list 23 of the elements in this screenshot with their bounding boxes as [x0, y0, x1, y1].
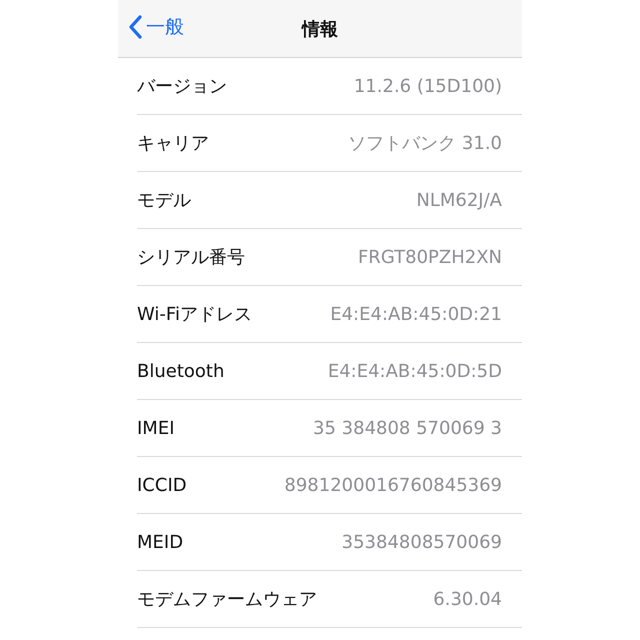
back-button[interactable]: 一般 — [128, 14, 184, 40]
row-value: ソフトバンク 31.0 — [348, 132, 502, 155]
row-value: 6.30.04 — [433, 588, 502, 610]
row-value: FRGT80PZH2XN — [358, 246, 502, 268]
row-value: 35 384808 570069 3 — [313, 418, 502, 438]
row-value: E4:E4:AB:45:0D:21 — [330, 304, 502, 324]
row-label: IMEI — [137, 418, 175, 438]
row-label: モデムファームウェア — [137, 588, 317, 611]
chevron-left-icon — [128, 15, 142, 39]
row-value: NLM62J/A — [416, 190, 502, 210]
row-label: ICCID — [137, 474, 187, 496]
row-value: E4:E4:AB:45:0D:5D — [328, 360, 502, 382]
row-label: Wi-Fiアドレス — [137, 303, 252, 326]
page-title: 情報 — [302, 18, 338, 40]
row-label: モデル — [137, 189, 191, 212]
row-value: 35384808570069 — [342, 532, 502, 552]
row-label: キャリア — [137, 132, 209, 155]
row-label: MEID — [137, 532, 184, 552]
row-value: 11.2.6 (15D100) — [354, 76, 502, 96]
row-label: シリアル番号 — [137, 246, 245, 269]
row-label: Bluetooth — [137, 360, 224, 382]
row-value: 8981200016760845369 — [284, 474, 502, 496]
row-label: バージョン — [137, 75, 227, 98]
